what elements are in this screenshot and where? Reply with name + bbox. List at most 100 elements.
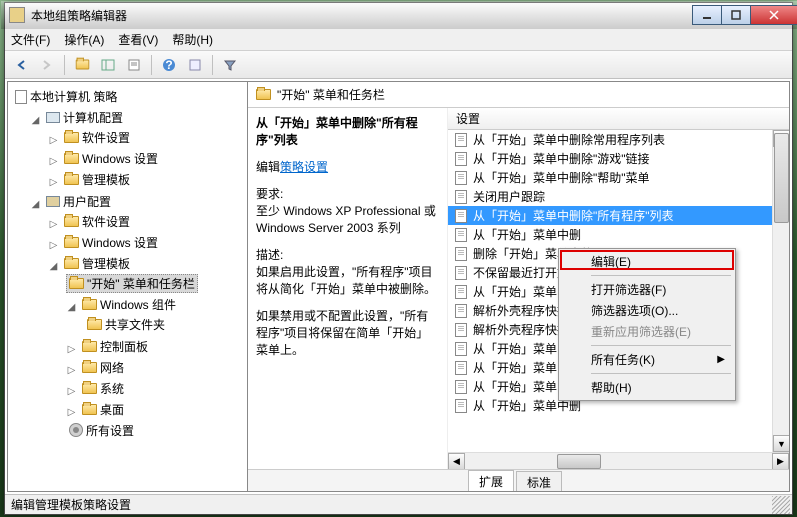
setting-icon <box>454 399 468 413</box>
tree-label: "开始" 菜单和任务栏 <box>87 275 195 292</box>
expander-icon[interactable]: ▷ <box>48 177 59 188</box>
tree-item[interactable]: 共享文件夹 <box>84 315 168 334</box>
scroll-thumb[interactable] <box>557 454 601 469</box>
up-button[interactable] <box>70 53 94 77</box>
tree-label: Windows 组件 <box>100 296 176 313</box>
folder-icon <box>256 89 271 100</box>
menu-view[interactable]: 查看(V) <box>118 31 158 48</box>
tab-standard[interactable]: 标准 <box>516 471 562 491</box>
list-row[interactable]: 从「开始」菜单中删 <box>448 225 789 244</box>
tree-label: 软件设置 <box>82 213 130 230</box>
edit-policy-link[interactable]: 策略设置 <box>280 160 328 174</box>
tree-label: 所有设置 <box>86 422 134 439</box>
tree-item[interactable]: 管理模板 <box>61 170 133 189</box>
tree-label: 管理模板 <box>82 171 130 188</box>
tree-computer-config[interactable]: 计算机配置 <box>43 108 126 127</box>
expander-icon[interactable]: ▷ <box>66 365 77 376</box>
tree-admin-templates[interactable]: 管理模板 <box>61 254 133 273</box>
expander-icon[interactable]: ◢ <box>30 115 41 126</box>
minimize-button[interactable] <box>692 5 722 25</box>
nav-forward-button[interactable] <box>35 53 59 77</box>
expander-icon[interactable]: ▷ <box>48 240 59 251</box>
tab-extended[interactable]: 扩展 <box>468 470 514 491</box>
ctx-all-tasks[interactable]: 所有任务(K)▶ <box>561 349 733 370</box>
description-label: 描述: <box>256 248 283 262</box>
resize-grip[interactable] <box>772 496 790 514</box>
horizontal-scrollbar[interactable]: ◀ ▶ <box>448 452 789 469</box>
list-item-label: 解析外壳程序快捷 <box>473 321 569 338</box>
expander-icon[interactable]: ◢ <box>48 261 59 272</box>
scroll-left-button[interactable]: ◀ <box>448 453 465 470</box>
tree-label: 用户配置 <box>63 193 111 210</box>
tree-user-config[interactable]: 用户配置 <box>43 192 114 211</box>
tree-item[interactable]: Windows 设置 <box>61 149 161 168</box>
tree-label: 计算机配置 <box>63 109 123 126</box>
scroll-down-button[interactable]: ▼ <box>773 435 789 452</box>
scroll-right-button[interactable]: ▶ <box>772 453 789 470</box>
tree-label: 系统 <box>100 380 124 397</box>
tree-root[interactable]: 本地计算机 策略 <box>12 87 120 106</box>
tree-label: 软件设置 <box>82 129 130 146</box>
setting-icon <box>454 133 468 147</box>
expander-icon[interactable]: ◢ <box>66 302 77 313</box>
action-button[interactable] <box>183 53 207 77</box>
ctx-edit[interactable]: 编辑(E) <box>561 251 733 272</box>
list-row[interactable]: 从「开始」菜单中删除"所有程序"列表 <box>448 206 789 225</box>
setting-icon <box>454 247 468 261</box>
ctx-open-filter[interactable]: 打开筛选器(F) <box>561 279 733 300</box>
tree-label: 管理模板 <box>82 255 130 272</box>
tree-item[interactable]: 网络 <box>79 358 127 377</box>
menu-help[interactable]: 帮助(H) <box>172 31 213 48</box>
titlebar[interactable]: 本地组策略编辑器 <box>1 1 797 29</box>
show-hide-tree-button[interactable] <box>96 53 120 77</box>
list-row[interactable]: 关闭用户跟踪 <box>448 187 789 206</box>
setting-icon <box>454 190 468 204</box>
tree-label: Windows 设置 <box>82 234 158 251</box>
maximize-button[interactable] <box>721 5 751 25</box>
requirements-label: 要求: <box>256 187 283 201</box>
menu-action[interactable]: 操作(A) <box>64 31 104 48</box>
expander-icon[interactable]: ▷ <box>48 135 59 146</box>
column-header-settings[interactable]: 设置 <box>448 108 789 130</box>
ctx-reapply-filter: 重新应用筛选器(E) <box>561 321 733 342</box>
expander-icon[interactable]: ◢ <box>30 199 41 210</box>
expander-icon[interactable]: ▷ <box>66 386 77 397</box>
tree-item[interactable]: 软件设置 <box>61 212 133 231</box>
description-text-2: 如果禁用或不配置此设置，"所有程序"项目将保留在简单「开始」菜单上。 <box>256 307 439 358</box>
tree-pane[interactable]: 本地计算机 策略 ◢计算机配置 ▷软件设置 ▷Windows 设置 ▷管理模板 … <box>8 82 248 491</box>
filter-button[interactable] <box>218 53 242 77</box>
tree-item[interactable]: Windows 组件 <box>79 295 179 314</box>
status-text: 编辑管理模板策略设置 <box>11 496 131 513</box>
setting-icon <box>454 266 468 280</box>
setting-icon <box>454 152 468 166</box>
list-row[interactable]: 从「开始」菜单中删除"游戏"链接 <box>448 149 789 168</box>
properties-button[interactable] <box>122 53 146 77</box>
tree-item[interactable]: 系统 <box>79 379 127 398</box>
expander-icon[interactable]: ▷ <box>48 219 59 230</box>
setting-icon <box>454 171 468 185</box>
description-pane: 从「开始」菜单中删除"所有程序"列表 编辑策略设置 要求: 至少 Windows… <box>248 108 448 469</box>
ctx-filter-options[interactable]: 筛选器选项(O)... <box>561 300 733 321</box>
scroll-thumb[interactable] <box>774 133 789 223</box>
tree-start-menu-taskbar[interactable]: "开始" 菜单和任务栏 <box>66 274 198 293</box>
tree-item[interactable]: 软件设置 <box>61 128 133 147</box>
toolbar: ? <box>5 51 792 79</box>
menubar: 文件(F) 操作(A) 查看(V) 帮助(H) <box>5 29 792 51</box>
list-row[interactable]: 从「开始」菜单中删除常用程序列表 <box>448 130 789 149</box>
vertical-scrollbar[interactable]: ▲ ▼ <box>772 130 789 452</box>
list-row[interactable]: 从「开始」菜单中删除"帮助"菜单 <box>448 168 789 187</box>
ctx-help[interactable]: 帮助(H) <box>561 377 733 398</box>
tree-item[interactable]: 桌面 <box>79 400 127 419</box>
tree-item[interactable]: 控制面板 <box>79 337 151 356</box>
tree-all-settings[interactable]: 所有设置 <box>66 421 137 440</box>
statusbar: 编辑管理模板策略设置 <box>5 494 792 514</box>
expander-icon[interactable]: ▷ <box>66 344 77 355</box>
tree-item[interactable]: Windows 设置 <box>61 233 161 252</box>
help-button[interactable]: ? <box>157 53 181 77</box>
menu-file[interactable]: 文件(F) <box>11 31 50 48</box>
expander-icon[interactable]: ▷ <box>48 156 59 167</box>
close-button[interactable] <box>750 5 797 25</box>
setting-icon <box>454 228 468 242</box>
expander-icon[interactable]: ▷ <box>66 407 77 418</box>
nav-back-button[interactable] <box>9 53 33 77</box>
